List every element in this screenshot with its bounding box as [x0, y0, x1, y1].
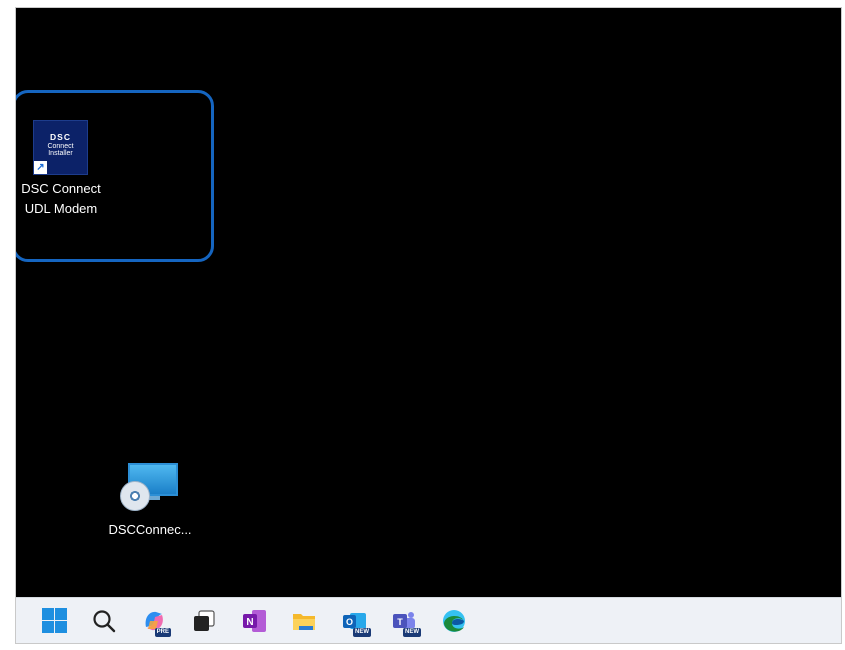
screen-frame: DSC Connect Installer ↗ DSC Connect UDL … — [15, 7, 842, 644]
folder-icon[interactable] — [290, 607, 318, 635]
windows-icon[interactable] — [41, 607, 69, 635]
edge-icon[interactable] — [440, 607, 468, 635]
svg-text:T: T — [397, 617, 403, 627]
task-view-icon[interactable] — [190, 607, 218, 635]
copilot-icon[interactable]: PRE — [140, 607, 171, 637]
taskbar: PRE N O NEW T NEW — [16, 597, 841, 643]
shortcut-arrow-icon: ↗ — [34, 161, 47, 174]
svg-text:N: N — [246, 617, 253, 628]
selection-highlight — [16, 90, 214, 262]
disc-monitor-icon — [120, 463, 178, 513]
teams-icon[interactable]: T NEW — [390, 607, 421, 637]
dsc-connect-installer-icon: DSC Connect Installer ↗ — [33, 120, 88, 175]
desktop-icon-label: DSC Connect UDL Modem — [21, 181, 101, 216]
disc-icon — [120, 481, 150, 511]
outlook-icon[interactable]: O NEW — [340, 607, 371, 637]
svg-text:O: O — [346, 617, 353, 627]
onenote-icon[interactable]: N — [240, 607, 268, 635]
desktop[interactable]: DSC Connect Installer ↗ DSC Connect UDL … — [16, 8, 841, 597]
desktop-icon-label: DSCConnec... — [108, 522, 192, 537]
search-icon[interactable] — [90, 607, 118, 635]
